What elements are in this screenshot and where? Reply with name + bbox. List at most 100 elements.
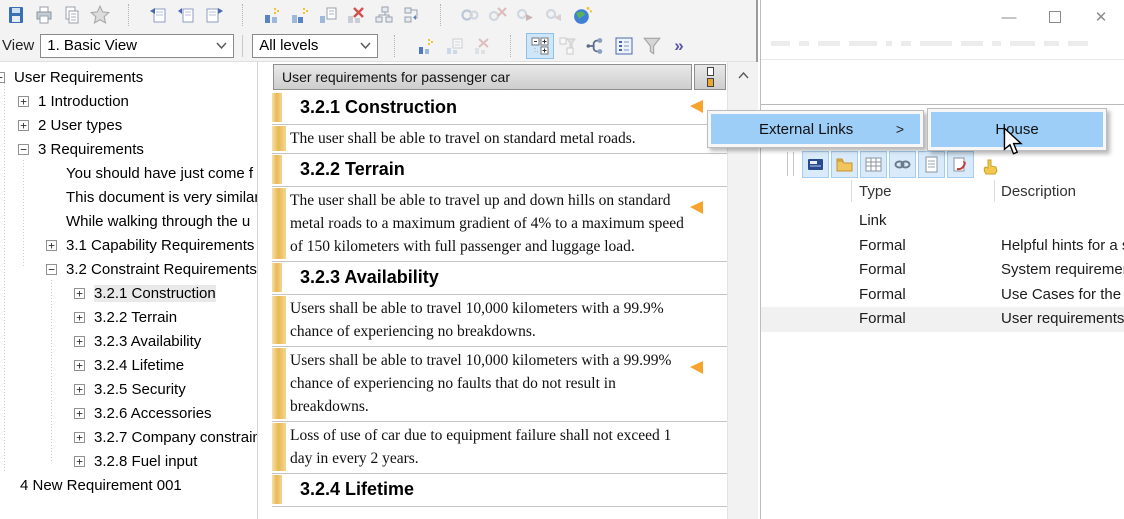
delete-object-icon[interactable]	[342, 2, 370, 28]
filter-objects-icon[interactable]	[554, 33, 582, 59]
column-header-type[interactable]: Type	[859, 183, 892, 200]
list-row[interactable]: FormalUse Cases for the	[761, 283, 1124, 308]
tree-item[interactable]: This document is very similar	[0, 186, 257, 210]
requirement-text-row[interactable]: The user shall be able to travel on stan…	[272, 125, 727, 154]
delete-chart-icon[interactable]	[468, 33, 496, 59]
link-indicator-arrow-icon[interactable]	[690, 361, 703, 374]
main-toolbar	[0, 0, 756, 30]
tree-item[interactable]: While walking through the u	[0, 210, 257, 234]
new-chart-icon[interactable]	[412, 33, 440, 59]
requirement-text-row[interactable]: The user shall be able to travel up and …	[272, 187, 727, 262]
promote-all-icon[interactable]	[172, 2, 200, 28]
copy-icon[interactable]	[58, 2, 86, 28]
tree-item[interactable]: You should have just come f	[0, 162, 257, 186]
close-button[interactable]: ✕	[1078, 4, 1124, 30]
tree-item[interactable]: +3.2.4 Lifetime	[0, 354, 257, 378]
export-icon[interactable]	[947, 151, 974, 178]
save-icon[interactable]	[2, 2, 30, 28]
link-icon[interactable]	[889, 151, 916, 178]
levels-combobox[interactable]: All levels	[252, 34, 378, 58]
expand-plus-icon[interactable]: +	[18, 96, 29, 107]
chart-properties-icon[interactable]	[440, 33, 468, 59]
link-arrow-icon[interactable]	[398, 2, 426, 28]
link-indicator-arrow-icon[interactable]	[690, 100, 703, 113]
demote-object-icon[interactable]	[200, 2, 228, 28]
scroll-up-button[interactable]	[728, 62, 758, 88]
module-tree-panel: −User Requirements+1 Introduction+2 User…	[0, 62, 258, 519]
tree-item-label: 3.2.4 Lifetime	[94, 357, 184, 374]
menu-item-external-links[interactable]: External Links >	[711, 114, 920, 144]
tree-item[interactable]: +3.2.5 Security	[0, 378, 257, 402]
requirement-text: 3.2.1 Construction	[272, 92, 727, 124]
outline-view-icon[interactable]	[610, 33, 638, 59]
print-icon[interactable]	[30, 2, 58, 28]
requirement-heading-row[interactable]: 3.2.2 Terrain	[272, 154, 727, 187]
tree-item[interactable]: −3 Requirements	[0, 138, 257, 162]
expand-plus-icon[interactable]: +	[74, 312, 85, 323]
promote-object-icon[interactable]	[144, 2, 172, 28]
expand-plus-icon[interactable]: +	[74, 432, 85, 443]
tree-item[interactable]: 4 New Requirement 001	[0, 474, 257, 498]
requirement-heading-row[interactable]: 3.2.3 Availability	[272, 262, 727, 295]
links-browser-icon[interactable]	[582, 33, 610, 59]
filter-icon[interactable]	[638, 33, 666, 59]
expand-plus-icon[interactable]: +	[74, 408, 85, 419]
create-link-icon[interactable]	[456, 2, 484, 28]
tree-item[interactable]: +2 User types	[0, 114, 257, 138]
list-row[interactable]: FormalSystem requiremen	[761, 258, 1124, 283]
collapse-minus-icon[interactable]: −	[18, 144, 29, 155]
column-header-description[interactable]: Description	[1001, 183, 1076, 200]
expand-plus-icon[interactable]: +	[74, 456, 85, 467]
hand-icon[interactable]	[980, 152, 1004, 176]
expand-plus-icon[interactable]: +	[74, 336, 85, 347]
link-indicator-arrow-icon[interactable]	[690, 201, 703, 214]
toolbar-overflow-chevron[interactable]: »	[674, 36, 681, 56]
requirement-text-row[interactable]: Loss of use of car due to equipment fail…	[272, 422, 727, 474]
object-indicator-bar	[272, 348, 286, 419]
expand-plus-icon[interactable]: +	[74, 384, 85, 395]
folder-icon[interactable]	[831, 151, 858, 178]
minimize-button[interactable]: —	[986, 4, 1032, 30]
expand-plus-icon[interactable]: +	[18, 120, 29, 131]
tree-item[interactable]: +1 Introduction	[0, 90, 257, 114]
maximize-button[interactable]	[1032, 4, 1078, 30]
tree-item[interactable]: +3.2.3 Availability	[0, 330, 257, 354]
tree-item[interactable]: +3.2.2 Terrain	[0, 306, 257, 330]
tree-item[interactable]: +3.2.1 Construction	[0, 282, 257, 306]
view-combobox[interactable]: 1. Basic View	[40, 34, 234, 58]
document-icon[interactable]	[918, 151, 945, 178]
tree-item[interactable]: +3.2.6 Accessories	[0, 402, 257, 426]
column-indicator-cell[interactable]	[694, 64, 726, 90]
link-hierarchy-icon[interactable]	[370, 2, 398, 28]
new-child-object-icon[interactable]	[286, 2, 314, 28]
tree-item[interactable]: +3.2.8 Fuel input	[0, 450, 257, 474]
expand-plus-icon[interactable]: +	[46, 240, 57, 251]
requirement-heading-row[interactable]: 3.2.4 Lifetime	[272, 474, 727, 507]
new-object-icon[interactable]	[258, 2, 286, 28]
web-globe-icon[interactable]	[568, 2, 596, 28]
copy-object-icon[interactable]	[314, 2, 342, 28]
requirement-text-row[interactable]: Users shall be able to travel 10,000 kil…	[272, 347, 727, 422]
tree-item-label: 3.2 Constraint Requirements	[66, 261, 257, 278]
follow-outlink-icon[interactable]	[512, 2, 540, 28]
expand-plus-icon[interactable]: +	[74, 360, 85, 371]
tree-item[interactable]: +3.2.7 Company constrain	[0, 426, 257, 450]
list-row[interactable]: FormalHelpful hints for a s	[761, 234, 1124, 259]
follow-inlink-icon[interactable]	[540, 2, 568, 28]
requirement-text-row[interactable]: Users shall be able to travel 10,000 kil…	[272, 295, 727, 347]
collapse-minus-icon[interactable]: −	[46, 264, 57, 275]
favorites-star-icon[interactable]	[86, 2, 114, 28]
module-icon[interactable]	[802, 151, 829, 178]
delete-link-icon[interactable]	[484, 2, 512, 28]
requirement-heading-row[interactable]: 3.2.1 Construction	[272, 92, 727, 125]
list-row[interactable]: FormalUser requirements	[761, 307, 1124, 332]
outline-expand-collapse-icon[interactable]	[526, 33, 554, 59]
doors-module-window: View 1. Basic View All levels »	[0, 0, 758, 519]
tree-item[interactable]: −3.2 Constraint Requirements	[0, 258, 257, 282]
table-icon[interactable]	[860, 151, 887, 178]
tree-item[interactable]: −User Requirements	[0, 66, 257, 90]
list-row[interactable]: Link	[761, 209, 1124, 234]
tree-item[interactable]: +3.1 Capability Requirements	[0, 234, 257, 258]
expand-plus-icon[interactable]: +	[74, 288, 85, 299]
collapse-minus-icon[interactable]: −	[0, 72, 5, 83]
